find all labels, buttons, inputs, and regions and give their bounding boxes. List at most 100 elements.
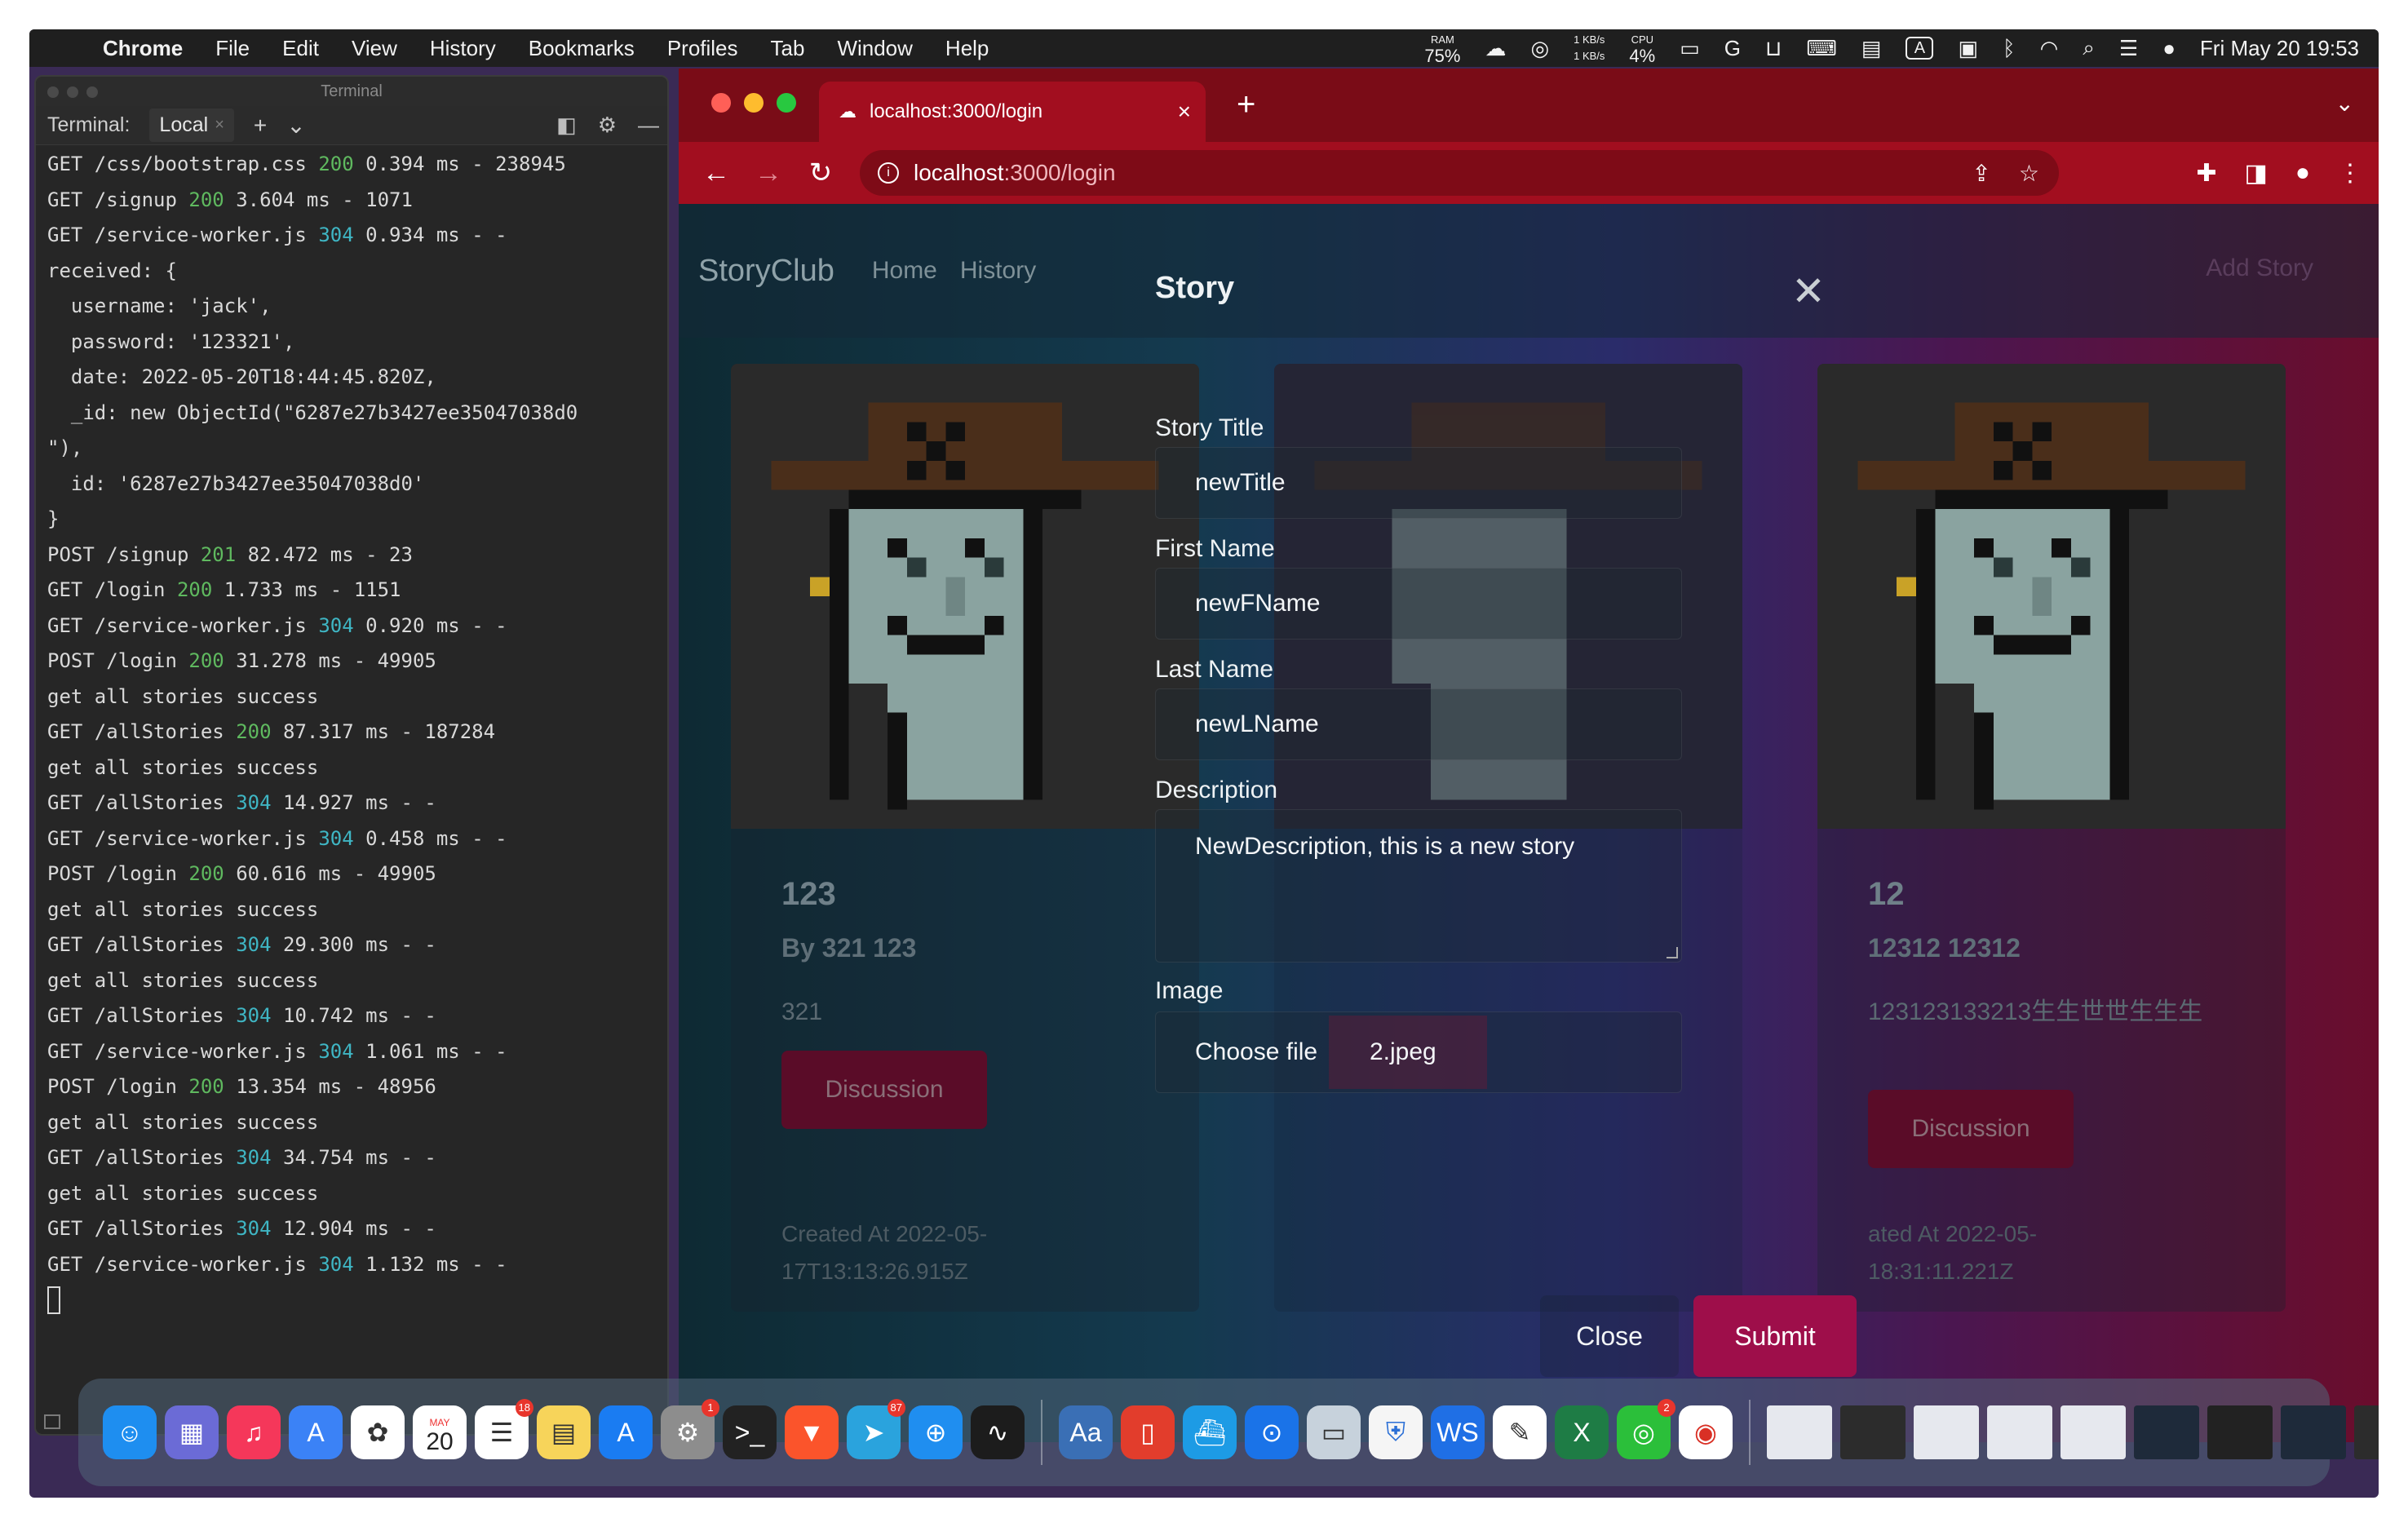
back-arrow-icon[interactable]: ←: [702, 157, 731, 189]
dictionary-icon[interactable]: Aa: [1059, 1405, 1113, 1459]
address-bar[interactable]: i localhost :3000/login ⇪ ☆: [860, 150, 2059, 196]
minimized-window[interactable]: [2134, 1405, 2199, 1459]
menu-edit[interactable]: Edit: [266, 36, 335, 61]
maps-icon[interactable]: A: [289, 1405, 343, 1459]
reminders-icon[interactable]: ☰ 18: [475, 1399, 533, 1459]
chevron-down-icon[interactable]: ⌄: [286, 112, 305, 139]
resize-handle-icon[interactable]: [1667, 947, 1678, 958]
excel-icon[interactable]: X: [1555, 1405, 1609, 1459]
site-info-icon[interactable]: i: [878, 162, 899, 184]
menu-bookmarks[interactable]: Bookmarks: [512, 36, 651, 61]
minimized-window[interactable]: [2207, 1405, 2273, 1459]
menu-window[interactable]: Window: [821, 36, 928, 61]
minimized-window[interactable]: [1914, 1405, 1979, 1459]
activity-monitor-icon[interactable]: ∿: [971, 1405, 1025, 1459]
terminal-output[interactable]: GET /css/bootstrap.css 200 0.394 ms - 23…: [36, 145, 667, 1320]
nav-history-link[interactable]: History: [960, 257, 1036, 285]
terminal-zoom-button[interactable]: [86, 86, 98, 98]
wifi-icon[interactable]: ◠: [2040, 36, 2059, 61]
notion-icon[interactable]: ⊔: [1765, 36, 1782, 61]
siri-icon[interactable]: ●: [2162, 36, 2176, 61]
minimized-window[interactable]: [1767, 1405, 1832, 1459]
music-icon[interactable]: ♫: [227, 1405, 281, 1459]
docker-icon[interactable]: ⛴: [1183, 1405, 1237, 1459]
spotlight-search-icon[interactable]: ⌕: [2083, 35, 2095, 61]
calendar-icon[interactable]: MAY 20: [413, 1405, 467, 1459]
ram-meter[interactable]: RAM 75%: [1424, 32, 1460, 65]
share-icon[interactable]: ⇪: [1972, 160, 1990, 187]
vpn-globe-icon[interactable]: ◎: [1530, 36, 1549, 61]
weather-icon[interactable]: ☁: [1485, 36, 1506, 61]
first-name-input[interactable]: newFName: [1155, 568, 1682, 640]
disk-utility-icon[interactable]: ▭: [1307, 1405, 1361, 1459]
terminal-minimize-button[interactable]: [67, 86, 78, 98]
close-tab-icon[interactable]: ×: [1178, 99, 1191, 125]
reload-icon[interactable]: ↻: [806, 157, 835, 189]
menu-profiles[interactable]: Profiles: [651, 36, 755, 61]
chrome-icon[interactable]: ◉: [1679, 1405, 1733, 1459]
cpu-meter[interactable]: CPU 4%: [1629, 32, 1655, 65]
location-app-icon[interactable]: ⊙: [1245, 1405, 1299, 1459]
minimized-window[interactable]: [2354, 1405, 2379, 1459]
extensions-puzzle-icon[interactable]: ✚: [2196, 159, 2216, 188]
minimized-window[interactable]: [2061, 1405, 2126, 1459]
chrome-close-button[interactable]: [711, 93, 731, 113]
hide-panel-icon[interactable]: —: [638, 113, 659, 138]
brave-icon[interactable]: ▼: [785, 1405, 839, 1459]
menu-tab[interactable]: Tab: [755, 36, 821, 61]
battery-icon[interactable]: ▭: [1680, 36, 1700, 61]
input-source-icon[interactable]: A: [1906, 37, 1934, 60]
close-tab-icon[interactable]: ×: [215, 116, 224, 135]
gear-icon[interactable]: ⚙: [598, 113, 617, 138]
discussion-button[interactable]: Discussion: [781, 1051, 987, 1129]
safari-icon[interactable]: ⊕: [909, 1405, 963, 1459]
terminal-app-icon[interactable]: >_: [723, 1405, 777, 1459]
choose-file-button[interactable]: Choose file: [1156, 1038, 1329, 1066]
menu-app-name[interactable]: Chrome: [86, 36, 199, 61]
discussion-button[interactable]: Discussion: [1868, 1090, 2074, 1168]
keyboard-icon[interactable]: ⌨: [1806, 36, 1837, 61]
close-button[interactable]: Close: [1540, 1295, 1679, 1377]
terminal-prompt[interactable]: [47, 1282, 656, 1318]
kebab-menu-icon[interactable]: ⋮: [2338, 159, 2362, 188]
new-tab-icon[interactable]: +: [1237, 86, 1255, 123]
menu-history[interactable]: History: [414, 36, 512, 61]
clock[interactable]: Fri May 20 19:53: [2200, 36, 2359, 61]
webstorm-icon[interactable]: WS: [1431, 1405, 1485, 1459]
photo-icon[interactable]: ▣: [1958, 36, 1978, 61]
bookmark-star-icon[interactable]: ☆: [2019, 160, 2039, 187]
close-icon[interactable]: ✕: [1791, 268, 1826, 315]
telegram-icon[interactable]: ➤ 87: [847, 1399, 905, 1459]
minimized-window[interactable]: [1987, 1405, 2052, 1459]
pdf-reader-icon[interactable]: ▯: [1121, 1405, 1175, 1459]
bluetooth-icon[interactable]: ᛒ: [2003, 36, 2016, 61]
nav-home-link[interactable]: Home: [872, 257, 937, 285]
network-meter[interactable]: 1 KB/s 1 KB/s: [1574, 32, 1605, 64]
story-title-input[interactable]: newTitle: [1155, 447, 1682, 519]
clipboard-icon[interactable]: ▤: [1861, 36, 1882, 61]
launchpad-icon[interactable]: ▦: [165, 1405, 219, 1459]
submit-button[interactable]: Submit: [1693, 1295, 1857, 1377]
menu-help[interactable]: Help: [929, 36, 1005, 61]
chrome-zoom-button[interactable]: [777, 93, 796, 113]
image-file-input[interactable]: Choose file 2.jpeg: [1155, 1011, 1682, 1093]
system-preferences-icon[interactable]: ⚙ 1: [661, 1399, 719, 1459]
site-brand[interactable]: StoryClub: [698, 254, 834, 289]
photos-icon[interactable]: ✿: [351, 1405, 405, 1459]
forward-arrow-icon[interactable]: →: [754, 157, 783, 189]
terminal-layout-icon[interactable]: [44, 1414, 60, 1429]
terminal-close-button[interactable]: [47, 86, 59, 98]
minimized-window[interactable]: [2281, 1405, 2346, 1459]
split-panel-icon[interactable]: ◧: [556, 113, 577, 138]
terminal-tab-local[interactable]: Local ×: [149, 108, 234, 142]
menu-file[interactable]: File: [199, 36, 266, 61]
chrome-minimize-button[interactable]: [744, 93, 764, 113]
tab-search-chevron-icon[interactable]: ⌄: [2335, 90, 2354, 117]
last-name-input[interactable]: newLName: [1155, 688, 1682, 760]
add-story-link[interactable]: Add Story: [2206, 254, 2313, 282]
textedit-icon[interactable]: ✎: [1493, 1405, 1547, 1459]
notes-icon[interactable]: ▤: [537, 1405, 591, 1459]
security-app-icon[interactable]: ⛨: [1369, 1405, 1423, 1459]
finder-icon[interactable]: ☺: [103, 1405, 157, 1459]
description-textarea[interactable]: NewDescription, this is a new story: [1155, 809, 1682, 963]
